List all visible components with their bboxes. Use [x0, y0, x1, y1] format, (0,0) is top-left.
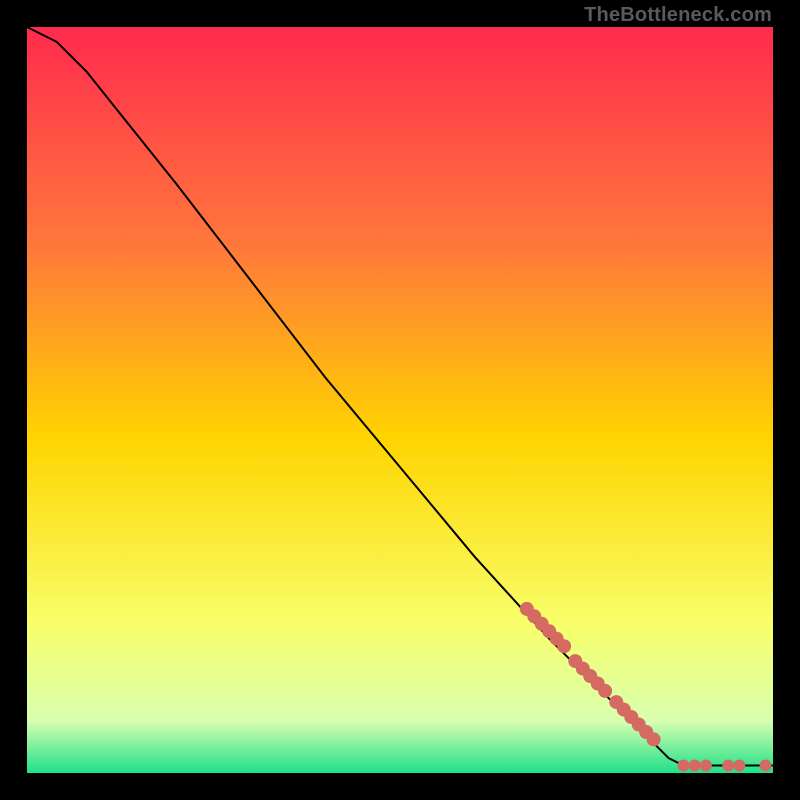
data-point-marker	[733, 760, 745, 772]
data-point-marker	[647, 732, 661, 746]
gradient-background	[27, 27, 773, 773]
data-point-marker	[700, 760, 712, 772]
data-point-marker	[760, 760, 772, 772]
data-point-marker	[678, 760, 690, 772]
data-point-marker	[689, 760, 701, 772]
bottleneck-chart	[27, 27, 773, 773]
watermark-text: TheBottleneck.com	[584, 4, 772, 27]
data-point-marker	[557, 639, 571, 653]
data-point-marker	[722, 760, 734, 772]
data-point-marker	[598, 684, 612, 698]
